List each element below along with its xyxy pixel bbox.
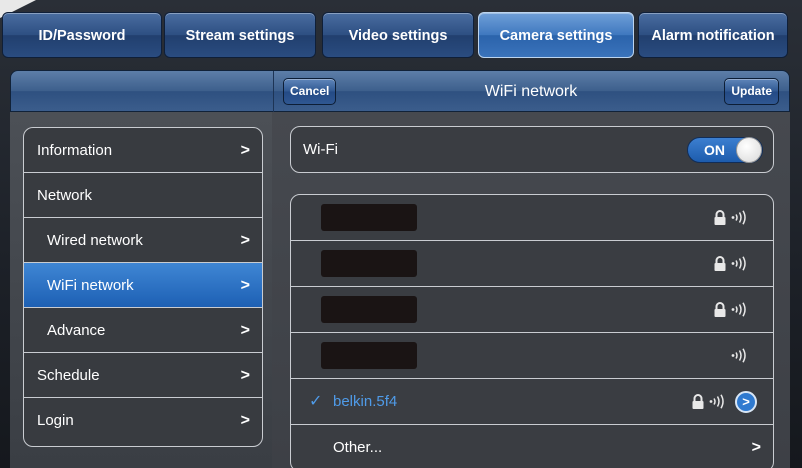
lock-icon [714, 210, 726, 225]
sidebar-item-label: Network [37, 187, 93, 204]
list-item[interactable] [291, 241, 773, 287]
wifi-signal-icon [731, 302, 746, 317]
wifi-toggle-row: Wi-Fi ON [290, 126, 774, 173]
list-item[interactable] [291, 333, 773, 379]
wifi-signal-icon [731, 256, 746, 271]
header-divider [273, 71, 274, 113]
chevron-right-icon: > [240, 142, 250, 159]
network-name: belkin.5f4 [333, 393, 398, 410]
sidebar-item-label: Login [37, 412, 74, 429]
tab-id-password[interactable]: ID/Password [2, 12, 162, 58]
top-tabs: ID/Password Stream settings Video settin… [0, 8, 802, 62]
lock-icon [714, 256, 726, 271]
chevron-right-icon: > [751, 439, 761, 456]
toggle-knob [736, 137, 762, 163]
sidebar-item-information[interactable]: Information > [24, 128, 262, 173]
lock-icon [692, 394, 704, 409]
sidebar-item-wifi-network[interactable]: WiFi network > [24, 263, 262, 308]
lock-icon [714, 302, 726, 317]
sidebar-item-label: Advance [47, 322, 106, 339]
sidebar-item-advance[interactable]: Advance > [24, 308, 262, 353]
app-frame: ID/Password Stream settings Video settin… [0, 0, 802, 468]
list-item-selected-network[interactable]: ✓ belkin.5f4 > [291, 379, 773, 425]
update-button[interactable]: Update [724, 78, 779, 105]
list-item-other[interactable]: Other... > [291, 425, 773, 468]
settings-menu: Information > Network Wired network > Wi… [23, 127, 263, 447]
redacted-network-name [321, 342, 417, 369]
redacted-network-name [321, 250, 417, 277]
wifi-label: Wi-Fi [303, 141, 338, 158]
sidebar-section-network: Network [24, 173, 262, 218]
tab-alarm-notification[interactable]: Alarm notification [638, 12, 788, 58]
tab-camera-settings[interactable]: Camera settings [478, 12, 634, 58]
tab-video-settings[interactable]: Video settings [322, 12, 474, 58]
main-panel: Wi-Fi ON ✓ belkin.5f4 > Other... > [272, 112, 790, 468]
sidebar-item-login[interactable]: Login > [24, 398, 262, 443]
sidebar-item-label: WiFi network [47, 277, 134, 294]
toggle-state-text: ON [704, 142, 725, 158]
chevron-right-icon: > [240, 277, 250, 294]
list-item[interactable] [291, 287, 773, 333]
tab-stream-settings[interactable]: Stream settings [164, 12, 316, 58]
redacted-network-name [321, 204, 417, 231]
wifi-signal-icon [709, 394, 724, 409]
info-icon[interactable]: > [735, 391, 757, 413]
sidebar: Information > Network Wired network > Wi… [10, 112, 272, 468]
checkmark-icon: ✓ [309, 393, 323, 410]
wifi-signal-icon [731, 210, 746, 225]
cancel-button[interactable]: Cancel [283, 78, 337, 105]
header-bar: Cancel WiFi network Update [10, 70, 790, 113]
chevron-right-icon: > [240, 412, 250, 429]
wifi-toggle[interactable]: ON [687, 137, 763, 163]
sidebar-item-label: Schedule [37, 367, 100, 384]
redacted-network-name [321, 296, 417, 323]
chevron-right-icon: > [240, 367, 250, 384]
wifi-signal-icon [731, 348, 746, 363]
other-network-label: Other... [333, 439, 383, 456]
network-list: ✓ belkin.5f4 > Other... > [290, 194, 774, 468]
chevron-right-icon: > [240, 322, 250, 339]
sidebar-item-wired-network[interactable]: Wired network > [24, 218, 262, 263]
sidebar-item-schedule[interactable]: Schedule > [24, 353, 262, 398]
sidebar-item-label: Information [37, 142, 113, 159]
list-item[interactable] [291, 195, 773, 241]
page-title: WiFi network [484, 83, 578, 100]
chevron-right-icon: > [240, 232, 250, 249]
sidebar-item-label: Wired network [47, 232, 143, 249]
